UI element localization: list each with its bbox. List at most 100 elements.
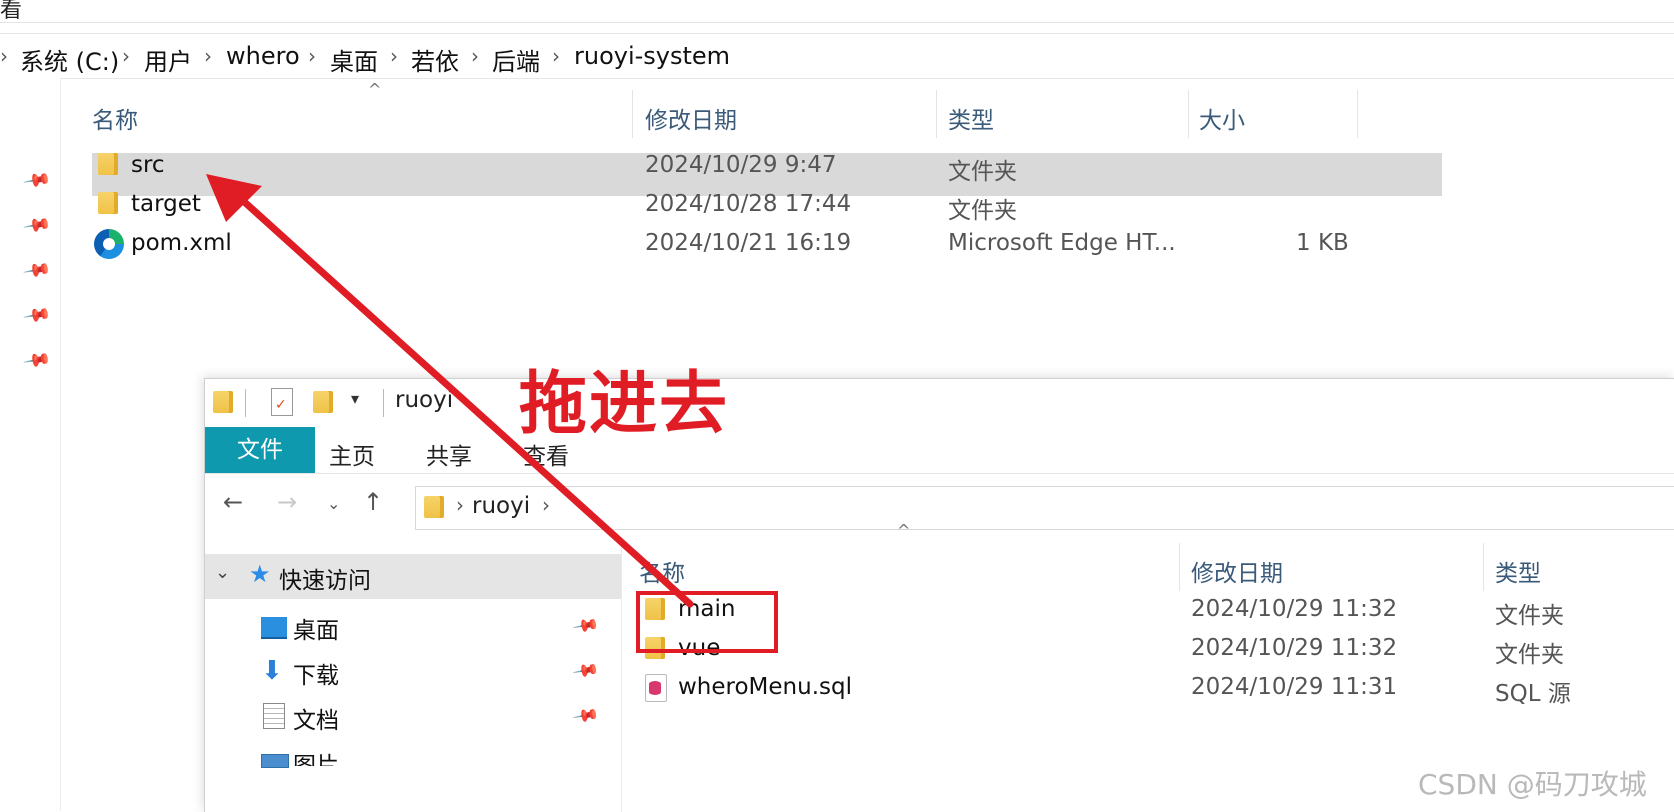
column-header-name[interactable]: 名称 <box>639 554 685 588</box>
column-header-date[interactable]: 修改日期 <box>645 101 737 135</box>
pin-icon[interactable]: 📌 <box>22 345 52 375</box>
documents-icon <box>263 703 285 729</box>
breadcrumb[interactable]: › 系统 (C:) › 用户 › whero › 桌面 › 若依 › 后端 › … <box>0 33 1674 79</box>
chevron-down-icon[interactable]: ⌄ <box>215 562 230 583</box>
tab-share[interactable]: 共享 <box>426 437 472 471</box>
breadcrumb-item[interactable]: whero <box>226 42 300 70</box>
sort-ascending-icon: ^ <box>897 521 911 540</box>
file-date: 2024/10/29 9:47 <box>645 152 837 178</box>
properties-icon[interactable]: ✓ <box>271 388 293 416</box>
navigation-pane: ⌄ ★ 快速访问 桌面 📌 ⬇ 下载 📌 文档 📌 图片 <box>205 540 622 812</box>
customize-dropdown-icon[interactable]: ▾ <box>351 389 359 408</box>
toolbar-divider <box>245 389 246 417</box>
explorer-window-ruoyi[interactable]: ✓ ▾ ruoyi 文件 主页 共享 查看 ← → ⌄ ↑ › ruoyi › … <box>204 378 1674 812</box>
file-name[interactable]: wheroMenu.sql <box>678 674 852 700</box>
column-header-type[interactable]: 类型 <box>948 101 994 135</box>
navigation-pane-collapsed: 📌 📌 📌 📌 📌 <box>0 78 61 811</box>
column-divider[interactable] <box>1357 90 1358 138</box>
pictures-icon <box>261 754 289 768</box>
column-divider[interactable] <box>1483 543 1484 591</box>
pane-item-label[interactable]: 下载 <box>293 656 339 690</box>
star-icon: ★ <box>249 560 271 588</box>
forward-arrow-icon[interactable]: → <box>277 488 297 516</box>
column-divider[interactable] <box>936 90 937 138</box>
window-title: ruoyi <box>395 387 454 413</box>
ribbon-view-fragment: 看 <box>0 0 23 23</box>
column-header-name[interactable]: 名称 <box>92 101 138 135</box>
pin-icon[interactable]: 📌 <box>22 255 52 285</box>
column-divider[interactable] <box>632 90 633 138</box>
pane-item-label[interactable]: 文档 <box>293 701 339 735</box>
watermark: CSDN @码刀攻城 <box>1418 768 1647 801</box>
chevron-right-icon: › <box>456 493 464 517</box>
file-type: 文件夹 <box>948 159 1017 185</box>
chevron-right-icon: › <box>308 44 316 68</box>
breadcrumb-item[interactable]: 用户 <box>144 42 192 77</box>
column-header-size[interactable]: 大小 <box>1199 101 1245 135</box>
file-name[interactable]: pom.xml <box>131 230 232 256</box>
recent-dropdown-icon[interactable]: ⌄ <box>327 494 340 513</box>
column-header-type[interactable]: 类型 <box>1495 554 1541 588</box>
file-type: 文件夹 <box>1495 603 1564 629</box>
breadcrumb-item[interactable]: 后端 <box>492 42 540 77</box>
file-type: 文件夹 <box>1495 642 1564 668</box>
address-bar[interactable]: › ruoyi › <box>415 486 1674 530</box>
column-divider[interactable] <box>1179 543 1180 591</box>
chevron-right-icon: › <box>204 44 212 68</box>
file-type: SQL 源 <box>1495 681 1571 707</box>
file-type: Microsoft Edge HT... <box>948 230 1176 256</box>
quick-access-toolbar: ✓ ▾ ruoyi <box>205 379 1674 427</box>
file-date: 2024/10/28 17:44 <box>645 191 852 217</box>
pin-icon[interactable]: 📌 <box>22 300 52 330</box>
new-folder-icon[interactable] <box>313 391 333 413</box>
file-name[interactable]: target <box>131 191 201 217</box>
chevron-right-icon: › <box>542 493 550 517</box>
annotation-text: 拖进去 <box>519 365 730 444</box>
breadcrumb-item[interactable]: 若依 <box>411 42 459 77</box>
file-name[interactable]: src <box>131 152 165 178</box>
quick-access-label: 快速访问 <box>279 568 371 594</box>
address-segment[interactable]: ruoyi <box>472 493 530 519</box>
tab-file[interactable]: 文件 <box>205 427 315 473</box>
download-icon: ⬇ <box>261 656 283 686</box>
folder-icon <box>424 496 444 518</box>
title-strip: 看 <box>0 0 1674 23</box>
sql-file-icon <box>645 674 667 702</box>
edge-icon <box>94 229 124 259</box>
pin-icon[interactable]: 📌 <box>571 657 600 686</box>
toolbar-divider <box>383 389 384 417</box>
chevron-right-icon: › <box>390 44 398 68</box>
pin-icon[interactable]: 📌 <box>22 165 52 195</box>
breadcrumb-item[interactable]: 系统 (C:) <box>20 42 119 77</box>
breadcrumb-item[interactable]: 桌面 <box>330 42 378 77</box>
pane-item-label[interactable]: 桌面 <box>293 611 339 645</box>
folder-icon <box>98 192 118 214</box>
pin-icon[interactable]: 📌 <box>571 702 600 731</box>
sort-ascending-icon: ^ <box>368 80 382 99</box>
ribbon-tabs: 文件 主页 共享 查看 <box>205 427 1674 474</box>
chevron-right-icon: › <box>0 44 8 68</box>
highlight-box <box>636 591 778 653</box>
column-divider[interactable] <box>1188 90 1189 138</box>
back-arrow-icon[interactable]: ← <box>223 488 243 516</box>
folder-icon <box>98 153 118 175</box>
folder-icon <box>213 391 233 413</box>
pin-icon[interactable]: 📌 <box>571 612 600 641</box>
file-date: 2024/10/29 11:32 <box>1191 596 1398 622</box>
pane-item-label[interactable]: 图片 <box>293 746 339 766</box>
chevron-right-icon: › <box>471 44 479 68</box>
desktop-icon <box>261 617 287 639</box>
tab-home[interactable]: 主页 <box>329 437 375 471</box>
column-header-date[interactable]: 修改日期 <box>1191 554 1283 588</box>
chevron-right-icon: › <box>122 44 130 68</box>
file-date: 2024/10/29 11:31 <box>1191 674 1398 700</box>
navigation-bar: ← → ⌄ ↑ › ruoyi › <box>205 474 1674 540</box>
file-date: 2024/10/29 11:32 <box>1191 635 1398 661</box>
file-type: 文件夹 <box>948 198 1017 224</box>
quick-access-item[interactable]: ⌄ ★ 快速访问 <box>205 554 621 599</box>
chevron-right-icon: › <box>552 44 560 68</box>
pin-icon[interactable]: 📌 <box>22 210 52 240</box>
file-size: 1 KB <box>1296 230 1349 256</box>
breadcrumb-item-current[interactable]: ruoyi-system <box>574 42 730 70</box>
up-arrow-icon[interactable]: ↑ <box>363 488 383 516</box>
